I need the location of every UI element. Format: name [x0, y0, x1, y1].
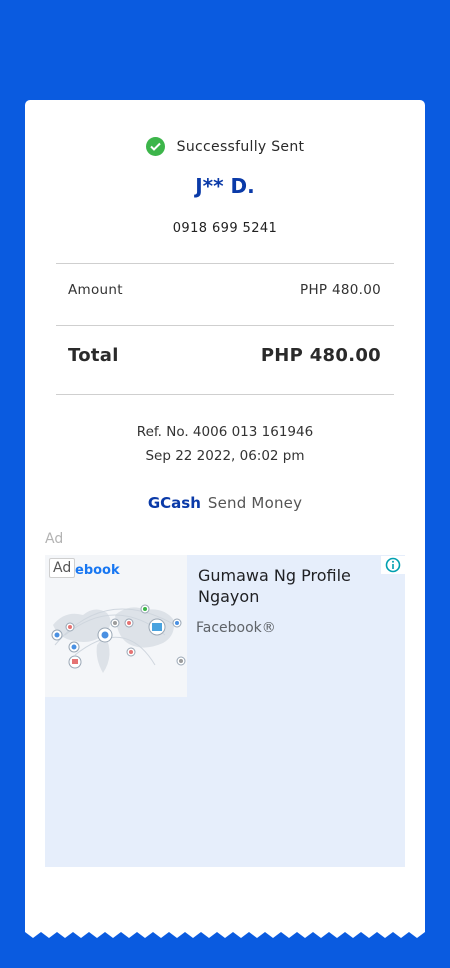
status-row: Successfully Sent — [25, 137, 425, 156]
status-text: Successfully Sent — [176, 138, 305, 155]
total-label: Total — [68, 345, 119, 366]
transaction-datetime: Sep 22 2022, 06:02 pm — [145, 448, 305, 464]
service-name: Send Money — [207, 494, 303, 512]
ad-badge: Ad — [49, 558, 76, 578]
ad-banner[interactable]: ebook Ad Gumawa Ng Profile Ngayon Facebo… — [45, 555, 405, 867]
total-value: PHP 480.00 — [260, 345, 381, 366]
divider — [56, 263, 394, 264]
info-icon[interactable] — [381, 556, 405, 574]
divider — [56, 394, 394, 395]
recipient-phone: 0918 699 5241 — [172, 221, 278, 236]
branding: GCash Send Money — [25, 494, 425, 512]
receipt-card: Successfully Sent J** D. 0918 699 5241 A… — [25, 100, 425, 930]
ad-advertiser: Facebook® — [196, 620, 276, 636]
amount-row: Amount PHP 480.00 — [68, 282, 381, 298]
divider — [56, 325, 394, 326]
reference-block: Ref. No. 4006 013 161946 Sep 22 2022, 06… — [25, 420, 425, 468]
receipt-torn-edge — [25, 926, 425, 938]
ad-image[interactable]: ebook Ad — [45, 555, 187, 697]
amount-label: Amount — [68, 282, 123, 298]
check-circle-icon — [145, 137, 165, 156]
total-row: Total PHP 480.00 — [68, 345, 381, 366]
facebook-logo: ebook — [75, 563, 120, 578]
gcash-logo: GCash — [147, 494, 201, 512]
reference-number: Ref. No. 4006 013 161946 — [136, 424, 314, 440]
ad-headline[interactable]: Gumawa Ng Profile Ngayon — [198, 565, 378, 607]
recipient-name: J** D. — [195, 174, 255, 198]
ad-label: Ad — [45, 531, 64, 547]
amount-value: PHP 480.00 — [300, 282, 381, 298]
